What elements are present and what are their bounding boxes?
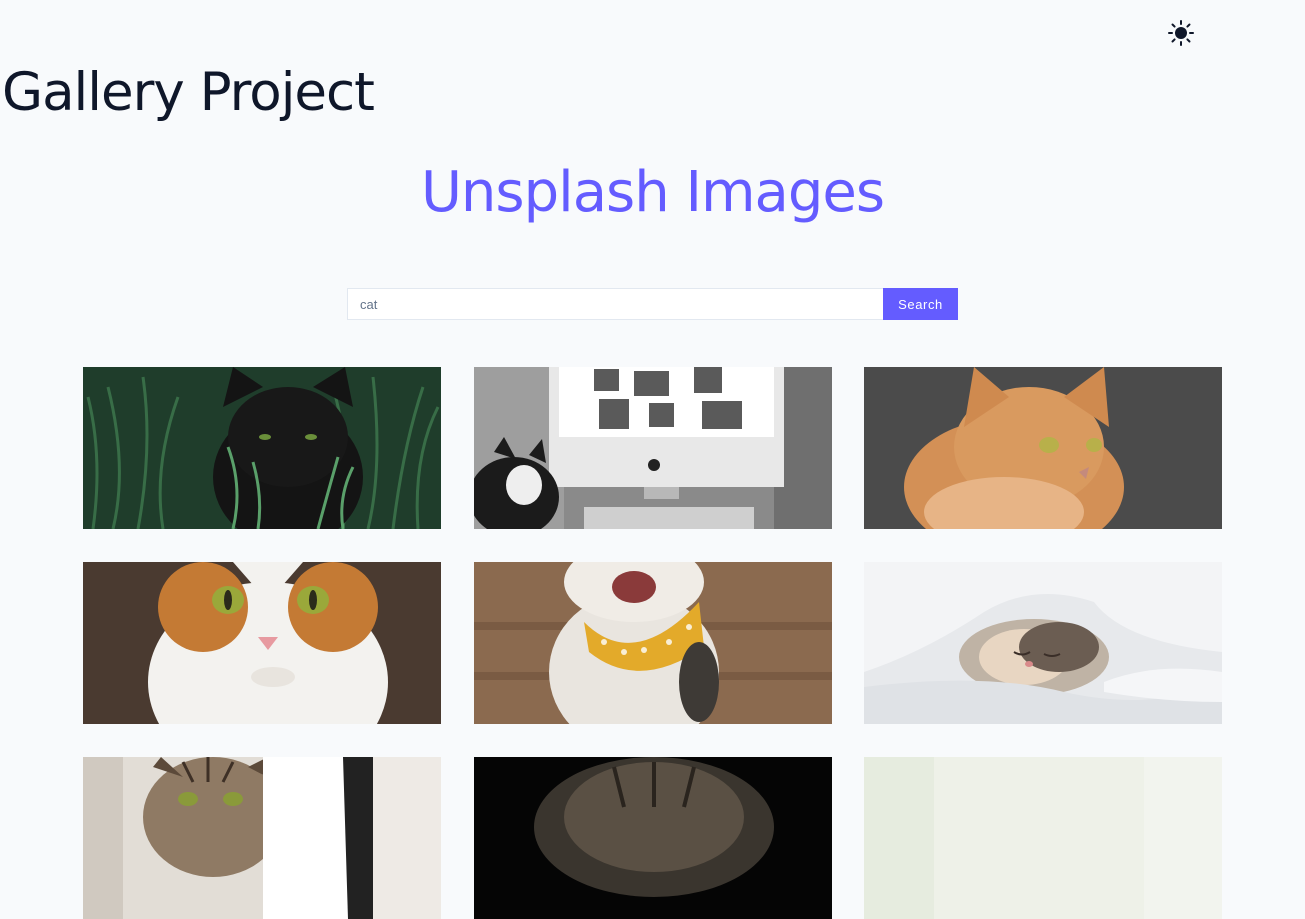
page-title: Gallery Project <box>2 62 375 123</box>
cat-under-blanket-image[interactable] <box>864 562 1222 724</box>
section-title: Unsplash Images <box>420 160 885 225</box>
cat-in-dark-image[interactable] <box>474 757 832 919</box>
search-form: Search <box>347 288 958 320</box>
orange-white-cat-portrait-image[interactable] <box>83 562 441 724</box>
cat-with-imac-image[interactable] <box>474 367 832 529</box>
theme-toggle-button[interactable] <box>1166 18 1196 48</box>
search-input[interactable] <box>347 288 883 320</box>
search-button[interactable]: Search <box>883 288 958 320</box>
tabby-cat-image[interactable] <box>83 757 441 919</box>
light-green-image[interactable] <box>864 757 1222 919</box>
orange-maine-coon-image[interactable] <box>864 367 1222 529</box>
black-cat-in-grass-image[interactable] <box>83 367 441 529</box>
sun-icon <box>1166 20 1196 51</box>
cat-with-yellow-bandana-image[interactable] <box>474 562 832 724</box>
